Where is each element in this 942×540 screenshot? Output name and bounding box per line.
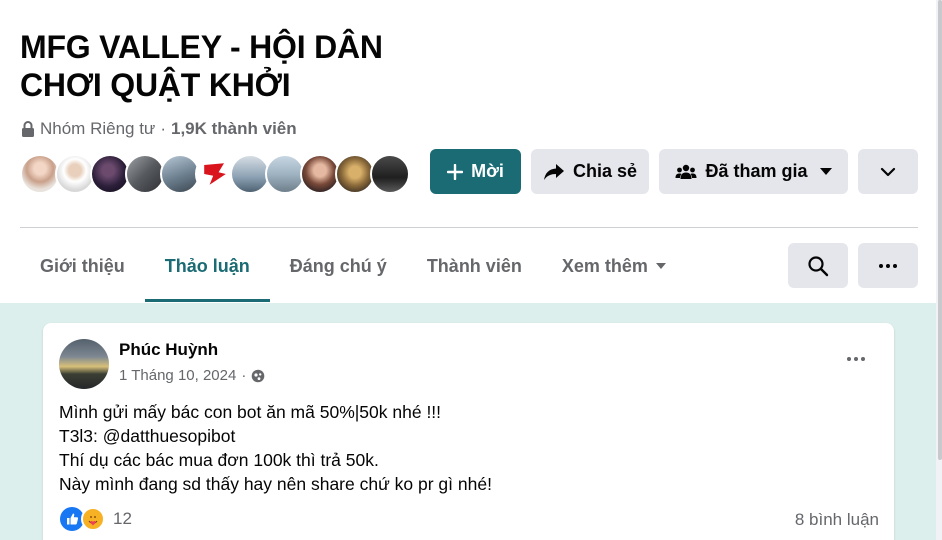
avatar-emblem bbox=[204, 163, 226, 185]
header-more-button[interactable] bbox=[858, 149, 918, 194]
group-header: MFG VALLEY - HỘI DÂN CHƠI QUẬT KHỞI Nhóm… bbox=[0, 0, 942, 303]
tab-about[interactable]: Giới thiệu bbox=[20, 230, 145, 302]
scrollbar-track[interactable] bbox=[936, 0, 942, 540]
avatar[interactable] bbox=[20, 154, 60, 194]
post-reactions[interactable]: 12 bbox=[60, 507, 132, 531]
invite-label: Mời bbox=[471, 161, 504, 181]
share-button[interactable]: Chia sẻ bbox=[531, 149, 649, 194]
tab-discussion[interactable]: Thảo luận bbox=[144, 230, 270, 302]
tab-featured[interactable]: Đáng chú ý bbox=[270, 230, 407, 302]
avatar[interactable] bbox=[55, 154, 95, 194]
post-meta: 1 Tháng 10, 2024 · bbox=[119, 367, 265, 384]
post-body: Mình gửi mấy bác con bot ăn mã 50%|50k n… bbox=[59, 400, 859, 496]
plus-icon bbox=[447, 163, 464, 180]
joined-button[interactable]: Đã tham gia bbox=[659, 149, 848, 194]
post-author-avatar[interactable] bbox=[59, 339, 109, 389]
care-icon bbox=[81, 507, 105, 531]
post-line: Mình gửi mấy bác con bot ăn mã 50%|50k n… bbox=[59, 402, 442, 422]
chevron-down-icon bbox=[880, 167, 896, 176]
group-title[interactable]: MFG VALLEY - HỘI DÂN CHƠI QUẬT KHỞI bbox=[20, 28, 460, 104]
privacy-label[interactable]: Nhóm Riêng tư bbox=[40, 119, 155, 139]
group-people-icon bbox=[675, 164, 697, 179]
avatar[interactable] bbox=[300, 154, 340, 194]
share-label: Chia sẻ bbox=[572, 161, 638, 181]
reaction-count: 12 bbox=[113, 509, 132, 528]
joined-label: Đã tham gia bbox=[705, 161, 808, 181]
post-line: T3l3: @datthuesopibot bbox=[59, 426, 236, 446]
avatar[interactable] bbox=[160, 154, 200, 194]
avatar[interactable] bbox=[370, 154, 410, 194]
post-line: Này mình đang sd thấy hay nên share chứ … bbox=[59, 474, 492, 494]
avatar[interactable] bbox=[335, 154, 375, 194]
comment-count[interactable]: 8 bình luận bbox=[795, 510, 879, 530]
group-tabs: Giới thiệu Thảo luận Đáng chú ý Thành vi… bbox=[20, 230, 686, 302]
ellipsis-icon bbox=[847, 357, 865, 361]
tab-see-more[interactable]: Xem thêm bbox=[542, 230, 686, 302]
search-icon bbox=[808, 255, 829, 276]
avatar[interactable] bbox=[125, 154, 165, 194]
ellipsis-icon bbox=[879, 263, 897, 268]
tabs-more-button[interactable] bbox=[858, 243, 918, 288]
group-title-line-2: CHƠI QUẬT KHỞI bbox=[20, 67, 291, 103]
post-line: Thí dụ các bác mua đơn 100k thì trả 50k. bbox=[59, 450, 379, 470]
member-avatars[interactable] bbox=[20, 154, 410, 194]
post-author-name[interactable]: Phúc Huỳnh bbox=[119, 340, 218, 360]
post-card: Phúc Huỳnh 1 Tháng 10, 2024 · Mình gửi m… bbox=[43, 323, 894, 540]
meta-separator: · bbox=[160, 119, 166, 138]
post-meta-separator: · bbox=[241, 367, 247, 384]
group-title-line-1: MFG VALLEY - HỘI DÂN bbox=[20, 29, 383, 65]
globe-icon bbox=[252, 369, 265, 382]
group-meta: Nhóm Riêng tư · 1,9K thành viên bbox=[21, 119, 297, 139]
caret-down-icon bbox=[655, 263, 666, 269]
member-count[interactable]: 1,9K thành viên bbox=[171, 119, 297, 139]
avatar[interactable] bbox=[90, 154, 130, 194]
scrollbar-thumb[interactable] bbox=[938, 0, 942, 460]
avatar[interactable] bbox=[230, 154, 270, 194]
share-arrow-icon bbox=[543, 163, 564, 180]
lock-icon bbox=[22, 121, 34, 137]
search-button[interactable] bbox=[788, 243, 848, 288]
tab-members[interactable]: Thành viên bbox=[407, 230, 542, 302]
avatar[interactable] bbox=[195, 154, 235, 194]
invite-button[interactable]: Mời bbox=[430, 149, 521, 194]
caret-down-icon bbox=[819, 168, 832, 175]
avatar[interactable] bbox=[265, 154, 305, 194]
post-options-button[interactable] bbox=[838, 345, 874, 373]
header-divider bbox=[20, 227, 918, 228]
post-timestamp[interactable]: 1 Tháng 10, 2024 bbox=[119, 367, 236, 384]
